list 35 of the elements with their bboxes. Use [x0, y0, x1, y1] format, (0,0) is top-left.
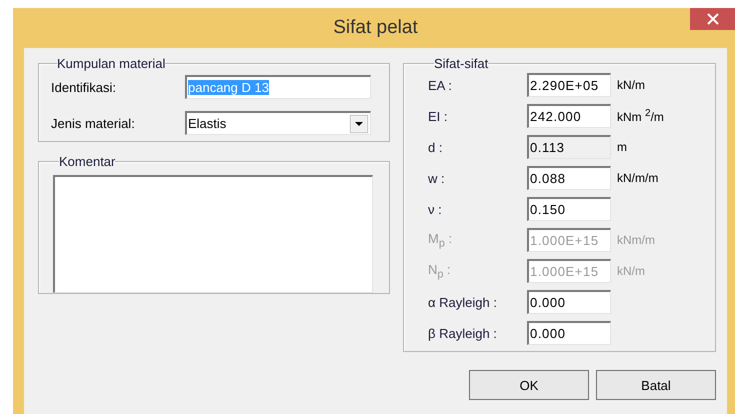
property-label: w :: [428, 170, 446, 186]
close-button[interactable]: [690, 8, 735, 30]
property-label: EA :: [428, 78, 453, 92]
group-title: Kumpulan material: [57, 56, 166, 71]
property-value-field[interactable]: 0.088: [527, 166, 611, 190]
property-label: EI :: [428, 108, 449, 124]
property-value-field[interactable]: 242.000: [527, 104, 611, 128]
property-value-field[interactable]: 0.113: [527, 135, 611, 159]
material-dropdown[interactable]: Elastis: [185, 111, 371, 135]
property-label: α Rayleigh :: [428, 294, 498, 310]
window-title: Sifat pelat: [333, 17, 418, 39]
field-label: Identifikasi:: [51, 80, 118, 94]
unit-label: kN/m: [617, 264, 645, 278]
unit-label: m: [617, 140, 627, 154]
unit-label: kN/m/m: [617, 171, 658, 185]
cancel-button[interactable]: Batal: [596, 370, 716, 400]
group-title: Sifat-sifat: [434, 56, 488, 71]
group-title: Komentar: [59, 154, 116, 169]
property-value-field[interactable]: 2.290E+05: [527, 73, 611, 97]
unit-label: kNm $^{2}$/m: [617, 108, 664, 124]
property-value-field[interactable]: 0.150: [527, 197, 611, 221]
property-label: d :: [428, 140, 444, 154]
property-label: M$_{p}$ :: [428, 230, 454, 250]
property-label: ν :: [428, 202, 443, 216]
close-icon: [706, 13, 718, 25]
property-label: N$_{p}$ :: [428, 262, 452, 280]
property-value-field[interactable]: 0.000: [527, 290, 611, 314]
property-value-field[interactable]: 0.000: [527, 321, 611, 345]
field-label: Jenis material:: [51, 116, 136, 130]
ok-button[interactable]: OK: [469, 370, 589, 400]
unit-label: kN/m: [617, 78, 645, 92]
dropdown-arrow-icon[interactable]: [350, 114, 368, 132]
comment-text-area[interactable]: [53, 175, 373, 293]
property-label: β Rayleigh :: [428, 326, 498, 340]
unit-label: kNm/m: [617, 233, 655, 247]
